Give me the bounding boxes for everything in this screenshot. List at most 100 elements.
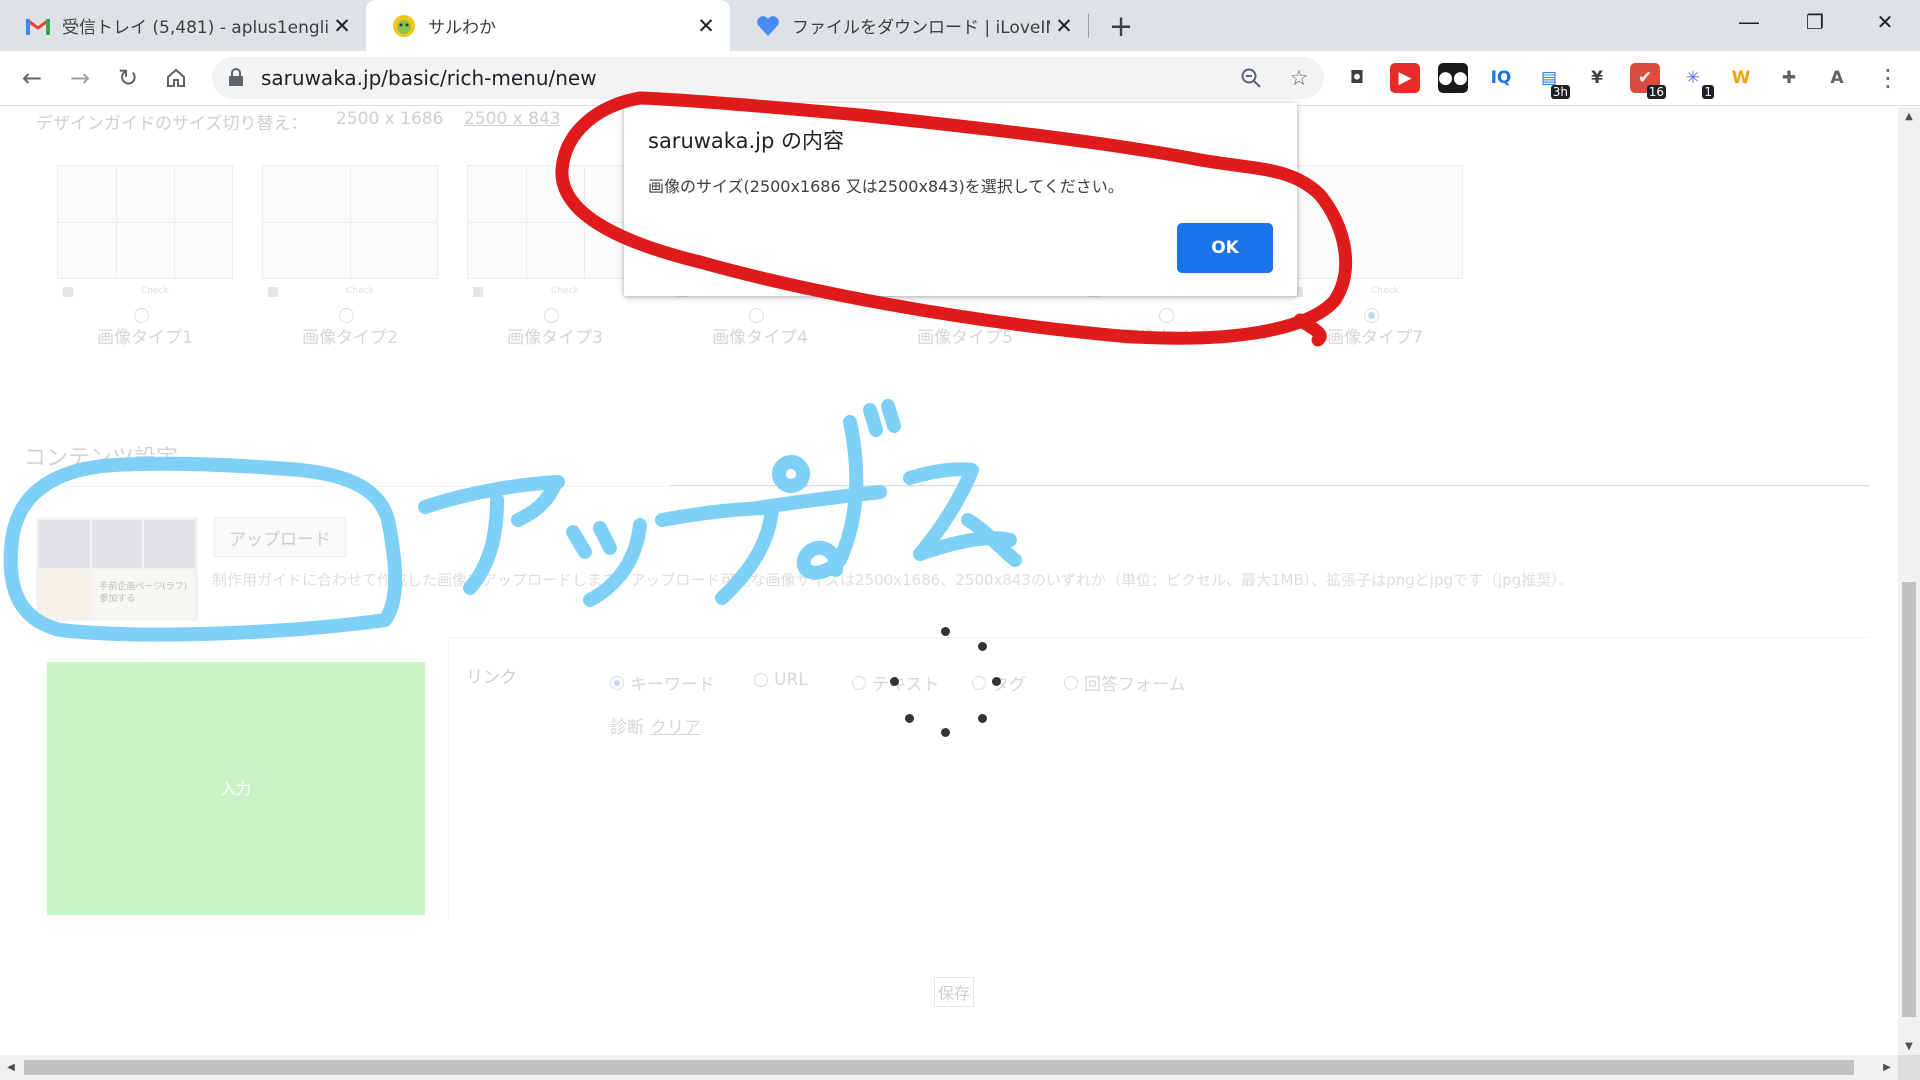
link-option-label: 回答フォーム <box>1084 675 1186 695</box>
image-type-name: 画像タイプ2 <box>302 328 398 348</box>
close-icon[interactable]: ✕ <box>692 12 720 40</box>
vertical-scrollbar[interactable]: ▲ ▼ <box>1898 107 1920 1055</box>
image-type-name: 画像タイプ5 <box>917 328 1013 348</box>
screen: 受信トレイ (5,481) - aplus1english ✕ サルわか ✕ フ… <box>0 0 1920 1080</box>
guide-size-843-link[interactable]: 2500 x 843 <box>464 109 561 129</box>
vertical-scroll-thumb[interactable] <box>1902 582 1916 1017</box>
back-icon[interactable]: ← <box>14 60 50 96</box>
image-type-radio[interactable] <box>749 308 764 323</box>
window-close-icon[interactable]: ✕ <box>1856 0 1914 44</box>
dialog-title: saruwaka.jp の内容 <box>648 129 844 153</box>
forward-icon[interactable]: → <box>62 60 98 96</box>
guide-size-1686[interactable]: 2500 x 1686 <box>336 109 443 129</box>
todo-icon[interactable]: ✔ 16 <box>1630 63 1666 99</box>
iq-icon[interactable]: IQ <box>1486 63 1516 93</box>
extension-badge: 3h <box>1550 85 1570 99</box>
image-type-radio[interactable] <box>134 308 149 323</box>
diagnosis-label: 診断 <box>610 718 644 738</box>
extension-glyph: IQ <box>1490 68 1512 88</box>
tab-gmail[interactable]: 受信トレイ (5,481) - aplus1english ✕ <box>0 0 366 51</box>
calendar-icon[interactable]: ▤ 3h <box>1534 63 1570 99</box>
dots-icon[interactable]: ●● <box>1438 63 1468 93</box>
image-type-name: 画像タイプ1 <box>97 328 193 348</box>
burst-icon[interactable]: ✳ 1 <box>1678 63 1714 99</box>
image-type-radio[interactable] <box>1159 308 1174 323</box>
link-label: リンク <box>466 668 517 688</box>
diagnosis-row: 診断 クリア <box>610 713 701 738</box>
address-bar[interactable]: saruwaka.jp/basic/rich-menu/new ☆ <box>212 57 1324 99</box>
preview-cell <box>91 520 143 568</box>
youtube-icon[interactable]: ▶ <box>1390 63 1420 93</box>
preview-cell <box>39 520 90 568</box>
scroll-down-icon[interactable]: ▼ <box>1898 1037 1920 1055</box>
extension-badge: 16 <box>1646 85 1666 99</box>
minimize-icon[interactable]: ― <box>1720 0 1778 44</box>
yen-icon[interactable]: ¥ <box>1582 63 1612 93</box>
home-icon[interactable] <box>158 60 194 96</box>
image-type-radio[interactable] <box>954 308 969 323</box>
new-tab-button[interactable]: + <box>1104 9 1138 43</box>
w-icon[interactable]: W <box>1726 63 1756 93</box>
zoom-icon[interactable] <box>1236 63 1266 93</box>
image-type-radio[interactable] <box>544 308 559 323</box>
tap-area-box[interactable]: 入力 <box>47 662 425 915</box>
profile-avatar-icon[interactable]: A <box>1822 63 1852 93</box>
image-type-card[interactable]: Check 画像タイプ7 <box>1287 165 1463 348</box>
close-icon[interactable]: ✕ <box>1050 12 1078 40</box>
checkbox[interactable] <box>473 287 483 297</box>
ok-button[interactable]: OK <box>1177 223 1273 273</box>
image-type-card[interactable]: Check 画像タイプ1 <box>57 165 233 348</box>
image-type-thumbnail <box>467 165 643 279</box>
puzzle-icon[interactable]: ✚ <box>1774 63 1804 93</box>
ilovimg-icon <box>756 14 780 38</box>
extension-glyph: ✚ <box>1781 68 1797 88</box>
lock-icon <box>229 68 243 86</box>
url-host: saruwaka.jp <box>261 66 382 90</box>
checkbox[interactable] <box>63 287 73 297</box>
saruwaka-icon <box>392 14 416 38</box>
restore-icon[interactable]: ❐ <box>1786 0 1844 44</box>
link-option-label: URL <box>774 670 808 690</box>
check-label: Check <box>1371 286 1399 296</box>
link-option-radio[interactable]: 回答フォーム <box>1064 670 1186 695</box>
image-type-card[interactable]: Check 画像タイプ2 <box>262 165 438 348</box>
save-button[interactable]: 保存 <box>934 977 974 1007</box>
horizontal-scrollbar[interactable]: ◀ ▶ <box>0 1055 1898 1080</box>
tab-saruwaka[interactable]: サルわか ✕ <box>366 0 730 51</box>
image-type-card[interactable]: Check 画像タイプ3 <box>467 165 643 348</box>
bookmark-star-icon[interactable]: ☆ <box>1284 63 1314 93</box>
dialog-message: 画像のサイズ(2500x1686 又は2500x843)を選択してください。 <box>648 177 1124 196</box>
radio-circle <box>610 675 624 690</box>
image-type-radio[interactable] <box>339 308 354 323</box>
close-icon[interactable]: ✕ <box>328 12 356 40</box>
radio-circle <box>1064 675 1078 690</box>
check-label: Check <box>346 286 374 296</box>
upload-button[interactable]: アップロード <box>214 517 346 557</box>
url-text: saruwaka.jp/basic/rich-menu/new <box>261 66 597 90</box>
loading-spinner <box>890 627 1001 737</box>
extension-badge: 1 <box>1702 85 1714 99</box>
link-option-radio[interactable]: キーワード <box>610 670 715 695</box>
horizontal-scroll-thumb[interactable] <box>24 1060 1854 1075</box>
link-option-radio[interactable]: URL <box>754 670 808 690</box>
extension-glyph: ¥ <box>1591 68 1603 88</box>
scroll-left-icon[interactable]: ◀ <box>0 1055 22 1080</box>
browser-toolbar: ← → ↻ saruwaka.jp/basic/rich-menu/new ☆ … <box>0 51 1920 106</box>
grid-line <box>468 222 642 223</box>
image-type-thumbnail <box>262 165 438 279</box>
extension-glyph: A <box>1830 68 1844 88</box>
image-type-radio[interactable] <box>1364 308 1379 323</box>
alert-dialog: saruwaka.jp の内容 画像のサイズ(2500x1686 又は2500x… <box>624 103 1297 296</box>
checkbox[interactable] <box>268 287 278 297</box>
gmail-icon <box>26 14 50 38</box>
reload-icon[interactable]: ↻ <box>110 60 146 96</box>
scroll-right-icon[interactable]: ▶ <box>1876 1055 1898 1080</box>
clear-link[interactable]: クリア <box>650 718 701 738</box>
extension-glyph: ▶ <box>1398 68 1412 88</box>
tab-separator <box>1088 14 1089 38</box>
tab-ilovimg[interactable]: ファイルをダウンロード | iLoveIMG ✕ <box>730 0 1088 51</box>
screen-capture-icon[interactable]: ◘ <box>1342 63 1372 93</box>
link-option-label: キーワード <box>630 675 715 695</box>
menu-kebab-icon[interactable]: ⋮ <box>1870 60 1906 96</box>
scroll-up-icon[interactable]: ▲ <box>1898 107 1920 125</box>
